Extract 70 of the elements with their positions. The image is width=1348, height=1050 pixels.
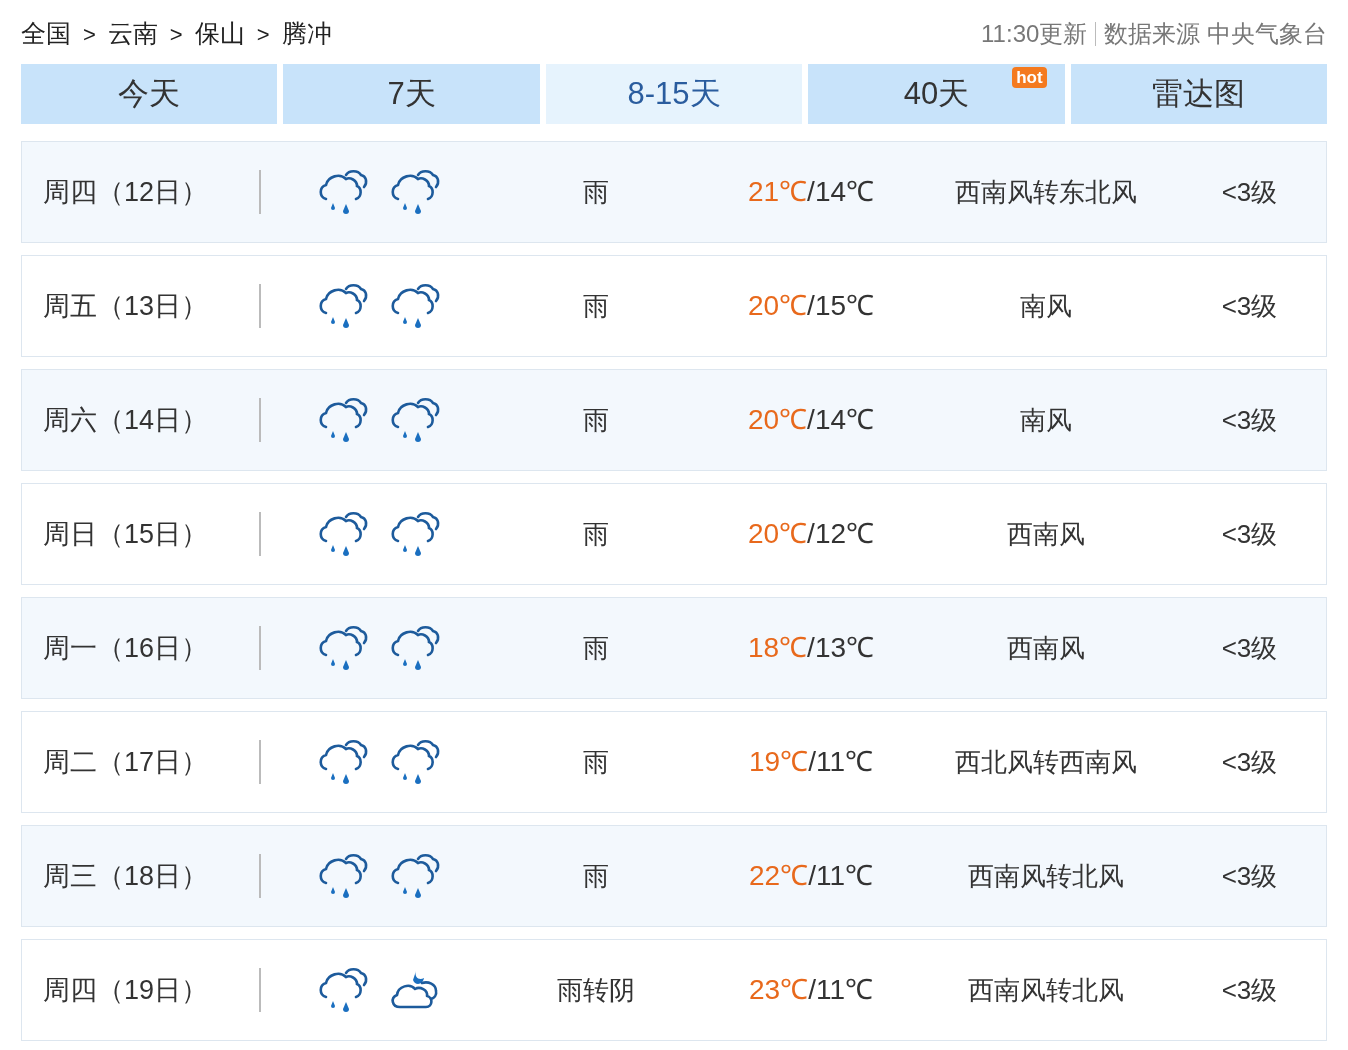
wind-level: <3级 bbox=[1221, 517, 1278, 551]
rain-cloud-icon bbox=[388, 167, 442, 217]
breadcrumb-current: 腾冲 bbox=[281, 18, 332, 50]
tab[interactable]: 今天 bbox=[21, 64, 278, 124]
temperature: 18℃/13℃ bbox=[747, 631, 875, 665]
breadcrumb-link[interactable]: 云南 bbox=[107, 15, 158, 53]
tab[interactable]: 40天 hot bbox=[808, 64, 1065, 124]
wind-level: <3级 bbox=[1221, 631, 1278, 665]
temperature: 23℃/11℃ bbox=[749, 973, 873, 1007]
rain-cloud-icon bbox=[388, 281, 442, 331]
weather-label: 雨 bbox=[583, 175, 609, 209]
rain-cloud-icon bbox=[388, 737, 442, 787]
wind-direction: 南风 bbox=[1020, 403, 1072, 437]
tab[interactable]: 雷达图 bbox=[1070, 64, 1328, 124]
rain-cloud-icon bbox=[316, 167, 370, 217]
update-time: 11:30更新 bbox=[981, 19, 1088, 49]
rain-cloud-icon bbox=[316, 851, 370, 901]
date-label: 周六（14日） bbox=[43, 403, 209, 437]
breadcrumb-separator: > bbox=[83, 20, 96, 49]
wind-direction: 西南风转东北风 bbox=[955, 175, 1137, 209]
breadcrumb-link[interactable]: 全国 bbox=[21, 15, 71, 53]
rain-cloud-icon bbox=[388, 395, 442, 445]
rain-cloud-icon bbox=[316, 737, 370, 787]
temperature: 19℃/11℃ bbox=[749, 745, 873, 779]
wind-direction: 西南风 bbox=[1007, 517, 1085, 551]
wind-level: <3级 bbox=[1221, 403, 1278, 437]
date-label: 周日（15日） bbox=[43, 517, 209, 551]
date-label: 周五（13日） bbox=[43, 289, 209, 323]
breadcrumb-separator: > bbox=[256, 20, 270, 49]
tab[interactable]: 7天 bbox=[283, 64, 540, 124]
weather-label: 雨 bbox=[583, 517, 609, 551]
wind-level: <3级 bbox=[1221, 745, 1278, 779]
date-label: 周二（17日） bbox=[43, 745, 209, 779]
rain-cloud-icon bbox=[316, 509, 370, 559]
rain-cloud-icon bbox=[388, 509, 442, 559]
date-label: 周一（16日） bbox=[43, 631, 209, 665]
temperature: 22℃/11℃ bbox=[749, 859, 873, 893]
weather-label: 雨 bbox=[583, 745, 609, 779]
breadcrumb-separator: > bbox=[169, 20, 183, 49]
breadcrumb-link[interactable]: 保山 bbox=[194, 15, 245, 53]
wind-direction: 西南风 bbox=[1007, 631, 1085, 665]
temperature: 20℃/14℃ bbox=[747, 403, 875, 437]
wind-direction: 南风 bbox=[1020, 289, 1072, 323]
date-label: 周四（19日） bbox=[43, 973, 209, 1007]
weather-label: 雨 bbox=[583, 859, 609, 893]
wind-direction: 西南风转北风 bbox=[968, 973, 1124, 1007]
wind-direction: 西北风转西南风 bbox=[955, 745, 1137, 779]
weather-label: 雨 bbox=[583, 631, 609, 665]
rain-cloud-icon bbox=[316, 281, 370, 331]
temperature: 20℃/15℃ bbox=[747, 289, 875, 323]
wind-level: <3级 bbox=[1221, 973, 1278, 1007]
wind-level: <3级 bbox=[1221, 859, 1278, 893]
rain-cloud-icon bbox=[388, 623, 442, 673]
rain-cloud-icon bbox=[388, 851, 442, 901]
rain-cloud-icon bbox=[316, 965, 370, 1015]
tab[interactable]: 8-15天 bbox=[545, 64, 803, 124]
weather-label: 雨转阴 bbox=[557, 973, 635, 1007]
temperature: 20℃/12℃ bbox=[747, 517, 875, 551]
weather-label: 雨 bbox=[583, 289, 609, 323]
data-source: 数据来源 中央气象台 bbox=[1104, 19, 1327, 49]
temperature: 21℃/14℃ bbox=[747, 175, 875, 209]
rain-cloud-icon bbox=[316, 623, 370, 673]
wind-level: <3级 bbox=[1221, 289, 1278, 323]
weather-label: 雨 bbox=[583, 403, 609, 437]
hot-badge: hot bbox=[1012, 67, 1047, 88]
wind-direction: 西南风转北风 bbox=[968, 859, 1124, 893]
date-label: 周四（12日） bbox=[43, 175, 209, 209]
wind-level: <3级 bbox=[1221, 175, 1278, 209]
rain-cloud-icon bbox=[316, 395, 370, 445]
date-label: 周三（18日） bbox=[43, 859, 209, 893]
